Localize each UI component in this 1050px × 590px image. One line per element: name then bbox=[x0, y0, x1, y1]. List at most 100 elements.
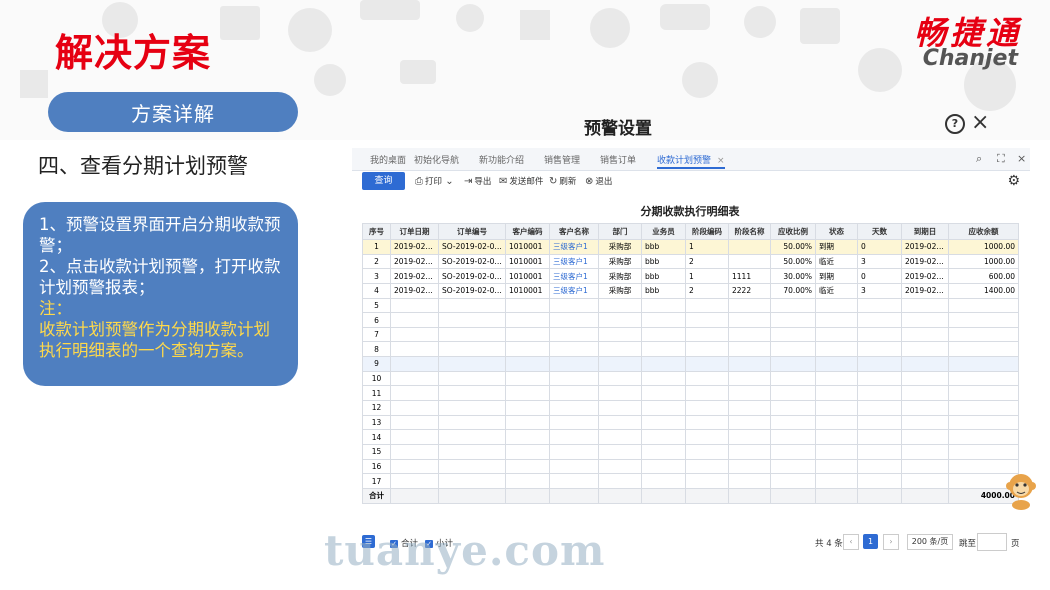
report-title: 分期收款执行明细表 bbox=[640, 205, 740, 218]
table-cell bbox=[948, 356, 1019, 372]
table-cell bbox=[770, 429, 816, 445]
table-cell bbox=[901, 487, 949, 504]
active-tab-indicator bbox=[657, 167, 725, 169]
gear-icon[interactable]: ⚙ bbox=[1007, 173, 1020, 189]
tab-payment-plan-alert[interactable]: 收款计划预警 × bbox=[657, 153, 725, 169]
table-cell bbox=[641, 297, 686, 314]
table-cell bbox=[390, 443, 439, 460]
prev-page-button[interactable]: ‹ bbox=[843, 534, 859, 550]
column-header[interactable]: 客户编码 bbox=[505, 223, 550, 240]
tab-sales-management[interactable]: 销售管理 bbox=[544, 153, 580, 166]
table-cell: SO-2019-02-00... bbox=[438, 268, 506, 284]
table-row-empty[interactable]: 14 bbox=[362, 429, 1019, 445]
table-row[interactable]: 4 2019-02-25 SO-2019-02-00... 1010001 三级客户1 采… bbox=[362, 282, 1019, 299]
section-heading: 四、查看分期计划预警 bbox=[38, 154, 248, 178]
table-cell[interactable]: 三级客户1 bbox=[549, 268, 599, 284]
table-cell bbox=[390, 400, 439, 416]
tab-my-desktop[interactable]: 我的桌面 bbox=[370, 153, 406, 166]
close-tab-icon[interactable]: × bbox=[1017, 152, 1026, 165]
help-icon[interactable]: ? bbox=[945, 114, 965, 134]
table-row-empty[interactable]: 9 bbox=[362, 356, 1019, 372]
tab-close-icon[interactable]: × bbox=[717, 156, 725, 166]
table-row-empty[interactable]: 12 bbox=[362, 400, 1019, 416]
table-cell bbox=[438, 487, 506, 504]
jump-page-input[interactable] bbox=[977, 533, 1007, 551]
table-row-empty[interactable]: 11 bbox=[362, 385, 1019, 402]
column-header[interactable]: 应收比例 bbox=[770, 223, 816, 240]
table-cell bbox=[390, 326, 439, 343]
table-cell bbox=[728, 487, 771, 504]
tab-new-features[interactable]: 新功能介绍 bbox=[479, 153, 524, 166]
page-size-select[interactable]: 200 条/页 bbox=[907, 534, 953, 550]
tab-init-navigation[interactable]: 初始化导航 bbox=[414, 153, 459, 166]
column-header[interactable]: 到期日 bbox=[901, 223, 949, 240]
jump-label: 跳至 bbox=[959, 539, 977, 549]
export-button[interactable]: ⇥ 导出 bbox=[464, 175, 491, 187]
table-row-empty[interactable]: 8 bbox=[362, 341, 1019, 358]
table-row-empty[interactable]: 13 bbox=[362, 414, 1019, 431]
table-cell bbox=[549, 312, 599, 328]
table-cell[interactable]: 三级客户1 bbox=[549, 253, 599, 270]
refresh-button[interactable]: ↻ 刷新 bbox=[549, 175, 576, 187]
table-cell bbox=[948, 341, 1019, 358]
table-row-empty[interactable]: 17 bbox=[362, 473, 1019, 489]
table-row-empty[interactable]: 7 bbox=[362, 326, 1019, 343]
send-email-button[interactable]: ✉ 发送邮件 bbox=[499, 175, 543, 187]
exit-button[interactable]: ⊗ 退出 bbox=[585, 175, 612, 187]
table-cell bbox=[438, 297, 506, 314]
next-page-button[interactable]: › bbox=[883, 534, 899, 550]
table-row-empty[interactable]: 6 bbox=[362, 312, 1019, 328]
table-row[interactable]: 3 2019-02-25 SO-2019-02-00... 1010001 三级客户1 采… bbox=[362, 268, 1019, 284]
current-page-button[interactable]: 1 bbox=[863, 534, 878, 549]
query-button[interactable]: 查询 bbox=[362, 172, 405, 190]
table-cell bbox=[770, 356, 816, 372]
column-header[interactable]: 阶段名称 bbox=[728, 223, 771, 240]
table-row[interactable]: 1 2019-02-25 SO-2019-02-00... 1010001 三级客户1 采… bbox=[362, 239, 1019, 255]
chevron-down-icon: ⌄ bbox=[442, 176, 454, 187]
tab-sales-order[interactable]: 销售订单 bbox=[600, 153, 636, 166]
column-header[interactable]: 状态 bbox=[815, 223, 858, 240]
table-cell bbox=[598, 385, 642, 402]
column-header[interactable]: 天数 bbox=[857, 223, 902, 240]
column-header[interactable]: 客户名称 bbox=[549, 223, 599, 240]
column-header[interactable]: 阶段编码 bbox=[685, 223, 729, 240]
table-cell: 2019-02-25 bbox=[390, 282, 439, 299]
table-cell bbox=[685, 326, 729, 343]
email-icon: ✉ bbox=[499, 176, 508, 187]
table-cell[interactable]: 三级客户1 bbox=[549, 239, 599, 255]
table-cell bbox=[815, 312, 858, 328]
table-row-empty[interactable]: 15 bbox=[362, 443, 1019, 460]
column-header[interactable]: 部门 bbox=[598, 223, 642, 240]
table-cell bbox=[598, 414, 642, 431]
table-cell bbox=[390, 341, 439, 358]
column-header[interactable]: 应收余额 bbox=[948, 223, 1019, 240]
table-cell bbox=[728, 400, 771, 416]
table-cell bbox=[505, 312, 550, 328]
table-cell bbox=[641, 443, 686, 460]
column-header[interactable]: 订单编号 bbox=[438, 223, 506, 240]
table-cell bbox=[390, 385, 439, 402]
table-cell bbox=[685, 443, 729, 460]
table-cell: 1 bbox=[685, 268, 729, 284]
fullscreen-icon[interactable]: ⛶ bbox=[997, 152, 1005, 166]
table-cell bbox=[728, 414, 771, 431]
column-header[interactable]: 业务员 bbox=[641, 223, 686, 240]
column-header[interactable]: 序号 bbox=[362, 223, 391, 240]
table-row[interactable]: 2 2019-02-25 SO-2019-02-00... 1010001 三级客户1 采… bbox=[362, 253, 1019, 270]
note-step-2: 2、点击收款计划预警，打开收款计划预警报表； bbox=[39, 257, 281, 297]
table-cell: SO-2019-02-00... bbox=[438, 239, 506, 255]
table-cell[interactable]: 三级客户1 bbox=[549, 282, 599, 299]
table-cell: 采购部 bbox=[598, 282, 642, 299]
search-icon[interactable]: ⌕ bbox=[976, 152, 982, 166]
table-cell bbox=[685, 385, 729, 402]
table-row-empty[interactable]: 10 bbox=[362, 370, 1019, 387]
column-header[interactable]: 订单日期 bbox=[390, 223, 439, 240]
table-cell bbox=[549, 297, 599, 314]
table-row-empty[interactable]: 16 bbox=[362, 458, 1019, 475]
window-close-icon[interactable]: × bbox=[971, 110, 989, 135]
print-button[interactable]: ⎙ 打印 ⌄ bbox=[415, 175, 456, 187]
table-cell bbox=[728, 356, 771, 372]
table-row-empty[interactable]: 5 bbox=[362, 297, 1019, 314]
table-cell: 0 bbox=[857, 239, 902, 255]
table-cell: 1111 bbox=[728, 268, 771, 284]
